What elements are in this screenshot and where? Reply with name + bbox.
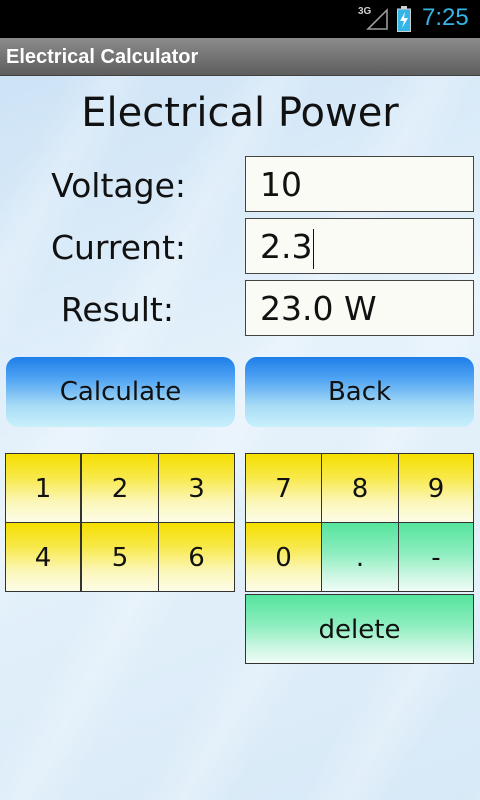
key-3[interactable]: 3 xyxy=(158,453,235,523)
voltage-field[interactable]: 10 xyxy=(245,156,474,212)
key-0[interactable]: 0 xyxy=(245,522,322,592)
text-cursor xyxy=(313,228,315,269)
result-label: Result: xyxy=(60,290,174,329)
key-1[interactable]: 1 xyxy=(5,453,81,523)
voltage-label: Voltage: xyxy=(51,166,186,205)
current-field[interactable]: 2.3 xyxy=(245,218,474,274)
key-4[interactable]: 4 xyxy=(5,522,81,592)
key-minus[interactable]: - xyxy=(398,522,474,592)
voltage-value: 10 xyxy=(260,165,302,204)
main-content: Electrical Power Voltage: 10 Current: 2.… xyxy=(0,76,480,800)
page-title: Electrical Power xyxy=(81,90,399,136)
key-8[interactable]: 8 xyxy=(321,453,399,523)
key-9[interactable]: 9 xyxy=(398,453,474,523)
battery-charging-icon xyxy=(397,6,411,32)
signal-icon xyxy=(366,8,388,30)
result-field[interactable]: 23.0 W xyxy=(245,280,474,336)
app-title: Electrical Calculator xyxy=(6,46,199,68)
delete-button[interactable]: delete xyxy=(245,594,474,664)
key-5[interactable]: 5 xyxy=(81,522,159,592)
app-title-bar: Electrical Calculator xyxy=(0,38,480,76)
key-7[interactable]: 7 xyxy=(245,453,322,523)
key-6[interactable]: 6 xyxy=(158,522,235,592)
result-value: 23.0 W xyxy=(260,289,377,328)
back-button[interactable]: Back xyxy=(245,357,474,427)
key-decimal[interactable]: . xyxy=(321,522,399,592)
status-clock: 7:25 xyxy=(422,4,469,31)
current-value: 2.3 xyxy=(260,227,313,266)
calculate-button[interactable]: Calculate xyxy=(6,357,235,427)
status-bar: 3G 7:25 xyxy=(0,0,480,38)
key-2[interactable]: 2 xyxy=(81,453,159,523)
current-label: Current: xyxy=(50,228,186,267)
